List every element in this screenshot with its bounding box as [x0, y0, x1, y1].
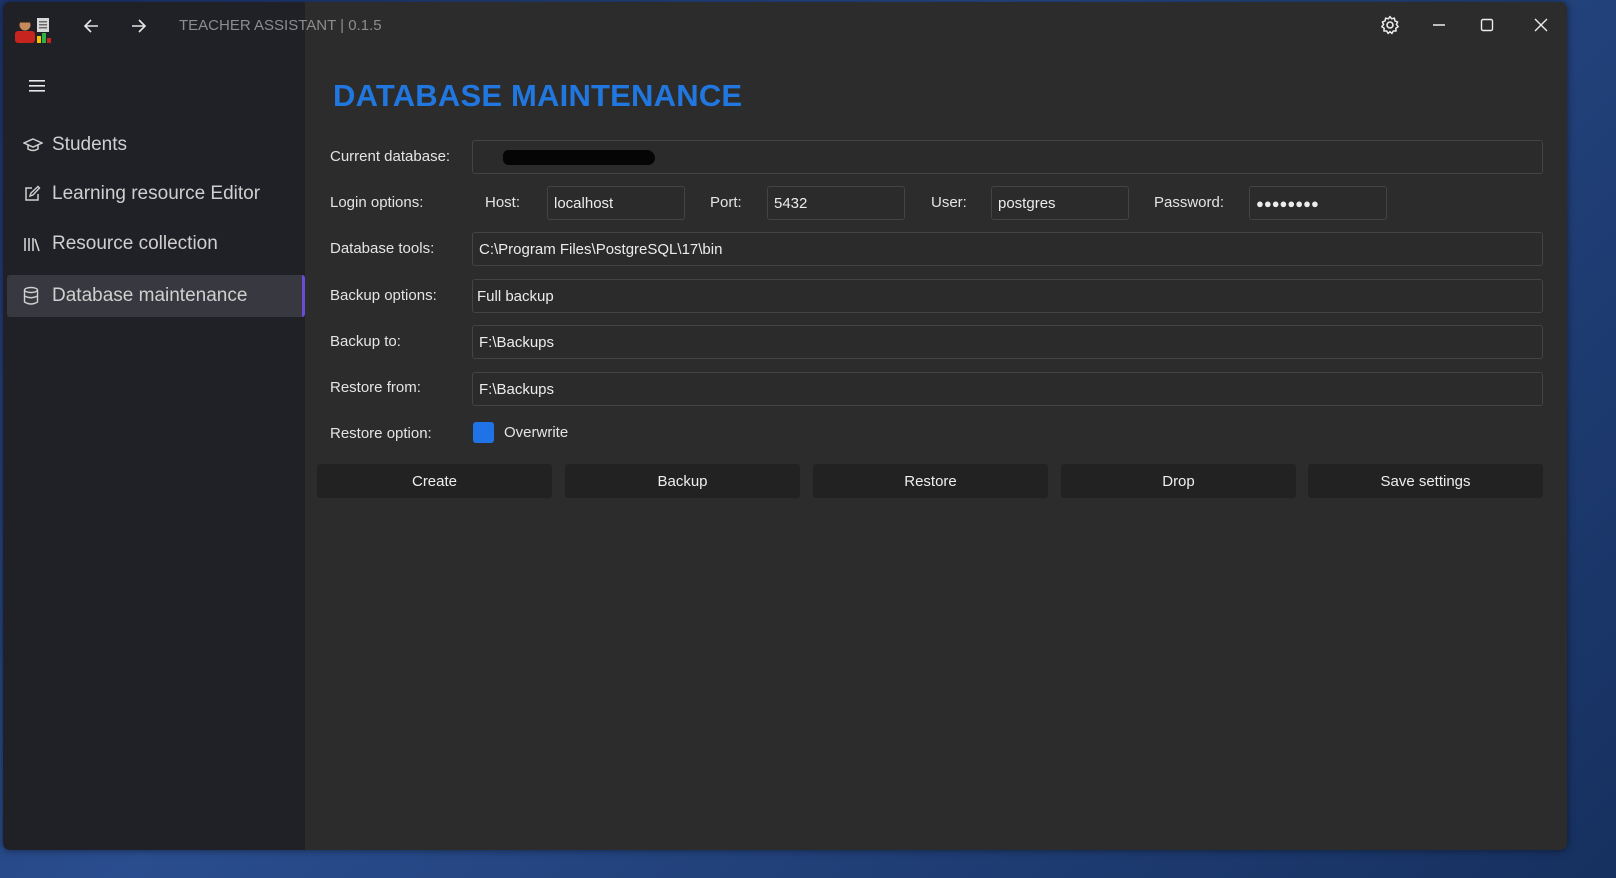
hamburger-menu-icon[interactable] [23, 72, 51, 100]
restore-option-label: Restore option: [330, 425, 432, 442]
settings-gear-icon[interactable] [1367, 8, 1413, 42]
create-button[interactable]: Create [317, 464, 552, 498]
user-input[interactable]: postgres [991, 186, 1129, 220]
sidebar-item-students[interactable]: Students [7, 124, 305, 166]
database-tools-input[interactable]: C:\Program Files\PostgreSQL\17\bin [472, 232, 1543, 266]
forward-arrow-icon[interactable] [121, 10, 157, 42]
overwrite-checkbox-label: Overwrite [504, 424, 569, 441]
restore-button[interactable]: Restore [813, 464, 1048, 498]
database-tools-label: Database tools: [330, 240, 435, 257]
sidebar-item-label: Students [52, 134, 127, 155]
host-input[interactable]: localhost [547, 186, 685, 220]
restore-from-input[interactable]: F:\Backups [472, 372, 1543, 406]
sidebar-item-learning-resource-editor[interactable]: Learning resource Editor [7, 173, 305, 215]
library-icon [23, 233, 49, 255]
backup-options-label: Backup options: [330, 287, 437, 304]
edit-icon [23, 183, 49, 205]
main-content: DATABASE MAINTENANCE Current database: L… [305, 2, 1567, 850]
app-title: TEACHER ASSISTANT | 0.1.5 [179, 17, 382, 34]
backup-options-select[interactable]: Full backup [472, 279, 1543, 313]
user-label: User: [931, 194, 967, 211]
app-logo-icon [13, 14, 53, 46]
current-database-label: Current database: [330, 148, 451, 165]
port-label: Port: [710, 194, 742, 211]
app-window: Students Learning resource Editor Resour… [3, 2, 1567, 850]
redaction-mark [503, 150, 655, 165]
login-options-label: Login options: [330, 194, 424, 211]
sidebar-item-label: Resource collection [52, 233, 218, 254]
overwrite-checkbox[interactable] [473, 422, 494, 443]
current-database-field[interactable] [472, 140, 1543, 174]
title-bar: TEACHER ASSISTANT | 0.1.5 [3, 2, 1567, 48]
backup-to-input[interactable]: F:\Backups [472, 325, 1543, 359]
sidebar-item-label: Learning resource Editor [52, 183, 261, 204]
maximize-icon[interactable] [1464, 8, 1510, 42]
back-arrow-icon[interactable] [73, 10, 109, 42]
sidebar-item-label: Database maintenance [52, 285, 248, 306]
restore-from-label: Restore from: [330, 379, 421, 396]
sidebar-item-database-maintenance[interactable]: Database maintenance [7, 275, 305, 317]
minimize-icon[interactable] [1416, 8, 1462, 42]
save-settings-button[interactable]: Save settings [1308, 464, 1543, 498]
backup-to-label: Backup to: [330, 333, 401, 350]
password-input[interactable]: ●●●●●●●● [1249, 186, 1387, 220]
close-icon[interactable] [1518, 8, 1564, 42]
password-label: Password: [1154, 194, 1225, 211]
sidebar: Students Learning resource Editor Resour… [3, 2, 305, 850]
page-title: DATABASE MAINTENANCE [333, 78, 743, 113]
backup-button[interactable]: Backup [565, 464, 800, 498]
graduation-cap-icon [23, 134, 49, 156]
sidebar-item-resource-collection[interactable]: Resource collection [7, 223, 305, 265]
database-icon [23, 285, 49, 307]
host-label: Host: [485, 194, 521, 211]
drop-button[interactable]: Drop [1061, 464, 1296, 498]
port-input[interactable]: 5432 [767, 186, 905, 220]
